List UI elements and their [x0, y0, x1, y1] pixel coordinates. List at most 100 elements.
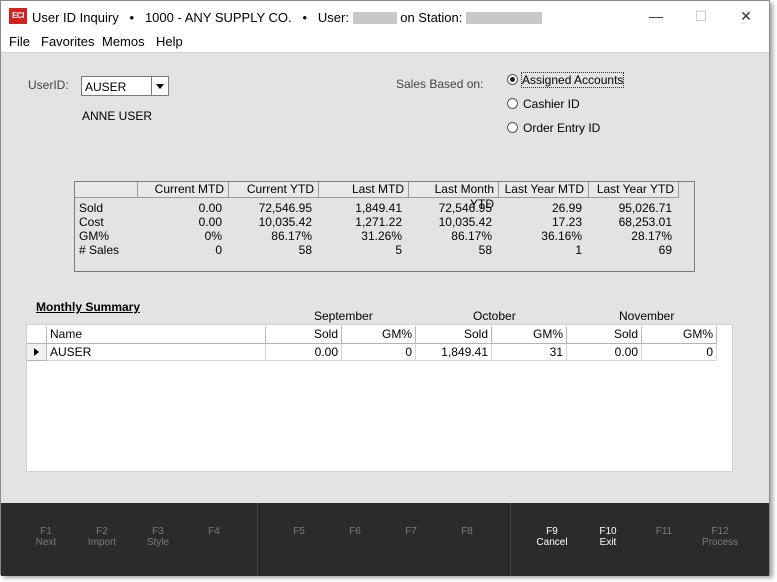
stats-cell: 58 — [478, 243, 492, 257]
stats-header-last-year-mtd: Last Year MTD — [499, 182, 589, 198]
stats-cell: 72,546.95 — [258, 201, 312, 215]
radio-label-assigned-accounts[interactable]: Assigned Accounts — [520, 72, 625, 88]
fkey-code: F4 — [208, 526, 220, 537]
grid-header-corner — [27, 326, 47, 344]
stats-cell: 10,035.42 — [438, 215, 492, 229]
grid-header-sold[interactable]: Sold — [567, 326, 642, 344]
menu-favorites[interactable]: Favorites — [41, 34, 94, 49]
title-user-label: User: — [317, 10, 349, 26]
stats-cell: 86.17% — [271, 229, 312, 243]
grid-header-name[interactable]: Name — [47, 326, 266, 344]
app-logo: ECI — [9, 8, 27, 24]
fkey-f3-style[interactable]: F3 Style — [130, 526, 186, 548]
stats-header-corner — [75, 182, 138, 198]
window-title: User ID Inquiry • 1000 - ANY SUPPLY CO. … — [32, 9, 542, 25]
stats-cell: 17.23 — [551, 215, 582, 229]
row-selector[interactable] — [27, 344, 47, 361]
grid-cell-gm-pct[interactable]: 31 — [492, 344, 567, 361]
fkey-f5[interactable]: F5 — [271, 526, 327, 537]
fkey-label: Import — [87, 537, 117, 548]
fkey-f2-import[interactable]: F2 Import — [74, 526, 130, 548]
stats-cell: 0.00 — [198, 201, 222, 215]
grid-cell-sold[interactable]: 1,849.41 — [416, 344, 492, 361]
grid-cell-name[interactable]: AUSER — [47, 344, 266, 361]
sales-stats-table: Current MTD Current YTD Last MTD Last Mo… — [74, 181, 695, 272]
fkey-code: F11 — [655, 526, 673, 537]
grid-header-gm-pct[interactable]: GM% — [492, 326, 567, 344]
fkey-code: F10 — [599, 526, 617, 537]
fkey-f1-next[interactable]: F1 Next — [18, 526, 74, 548]
menu-memos[interactable]: Memos — [102, 34, 145, 49]
stats-header-last-mtd: Last MTD — [319, 182, 409, 198]
menu-help[interactable]: Help — [156, 34, 183, 49]
fkey-code: F3 — [152, 526, 164, 537]
grid-cell-sold[interactable]: 0.00 — [567, 344, 642, 361]
userid-combobox[interactable]: AUSER — [81, 76, 169, 96]
fkey-code: F5 — [293, 526, 305, 537]
grid-header-sold[interactable]: Sold — [266, 326, 342, 344]
title-company: 1000 - ANY SUPPLY CO. — [144, 10, 292, 26]
redacted-user — [352, 11, 397, 24]
radio-assigned-accounts[interactable] — [507, 74, 518, 85]
stats-cell: 1 — [575, 243, 582, 257]
stats-cell: 0% — [204, 229, 222, 243]
close-button[interactable]: ✕ — [732, 5, 760, 27]
sales-based-label: Sales Based on: — [396, 77, 484, 91]
fkey-code: F8 — [461, 526, 473, 537]
grid-header-sold[interactable]: Sold — [416, 326, 492, 344]
fkey-f9-cancel[interactable]: F9 Cancel — [524, 526, 580, 548]
menu-bar: File Favorites Memos Help — [1, 32, 769, 52]
stats-cell: 28.17% — [631, 229, 672, 243]
minimize-button[interactable]: — — [642, 5, 670, 27]
current-row-icon — [34, 348, 39, 356]
fkey-f12-process[interactable]: F12 Process — [692, 526, 748, 548]
fkey-label: Cancel — [536, 537, 568, 548]
fkey-f4[interactable]: F4 — [186, 526, 242, 537]
menu-file[interactable]: File — [9, 34, 30, 49]
stats-cell: 68,253.01 — [618, 215, 672, 229]
fkey-f6[interactable]: F6 — [327, 526, 383, 537]
userid-value: AUSER — [85, 80, 127, 94]
month-label-october: October — [473, 309, 516, 323]
maximize-icon: ☐ — [694, 8, 708, 24]
stats-cell: 69 — [658, 243, 672, 257]
userid-dropdown-button[interactable] — [151, 77, 168, 95]
fkey-f10-exit[interactable]: F10 Exit — [580, 526, 636, 548]
stats-cell: 10,035.42 — [258, 215, 312, 229]
title-station-label: on Station: — [400, 10, 463, 26]
stats-cell: 36.16% — [541, 229, 582, 243]
radio-label-order-entry-id[interactable]: Order Entry ID — [523, 121, 600, 135]
fkey-label: Next — [35, 537, 57, 548]
stats-cell: 1,271.22 — [355, 215, 402, 229]
stats-cell: 86.17% — [451, 229, 492, 243]
chevron-down-icon — [156, 84, 164, 89]
radio-cashier-id[interactable] — [507, 98, 518, 109]
radio-label-cashier-id[interactable]: Cashier ID — [523, 97, 580, 111]
fkey-divider — [257, 503, 258, 576]
fkey-f8[interactable]: F8 — [439, 526, 495, 537]
function-key-bar: F1 Next F2 Import F3 Style F4 F5 F6 F7 F8 F… — [1, 503, 769, 576]
close-icon: ✕ — [740, 8, 752, 24]
fkey-code: F7 — [405, 526, 417, 537]
title-app-name: User ID Inquiry — [32, 10, 119, 26]
app-window: ECI User ID Inquiry • 1000 - ANY SUPPLY … — [0, 0, 770, 576]
grid-cell-sold[interactable]: 0.00 — [266, 344, 342, 361]
grid-cell-gm-pct[interactable]: 0 — [342, 344, 416, 361]
fkey-f11[interactable]: F11 — [636, 526, 692, 537]
monthly-summary-grid: Name Sold GM% Sold GM% Sold GM% AUSER 0.… — [26, 324, 733, 472]
stats-row-label: Cost — [79, 215, 104, 229]
stats-header-last-year-ytd: Last Year YTD — [589, 182, 679, 198]
title-bar: ECI User ID Inquiry • 1000 - ANY SUPPLY … — [1, 1, 769, 32]
fkey-code: F6 — [349, 526, 361, 537]
radio-order-entry-id[interactable] — [507, 122, 518, 133]
stats-cell: 26.99 — [551, 201, 582, 215]
maximize-button[interactable]: ☐ — [687, 5, 715, 27]
grid-header-gm-pct[interactable]: GM% — [642, 326, 717, 344]
grid-cell-gm-pct[interactable]: 0 — [642, 344, 717, 361]
grid-header-gm-pct[interactable]: GM% — [342, 326, 416, 344]
fkey-f7[interactable]: F7 — [383, 526, 439, 537]
stats-cell: 31.26% — [361, 229, 402, 243]
stats-cell: 1,849.41 — [355, 201, 402, 215]
fkey-code: F2 — [96, 526, 108, 537]
stats-header-current-mtd: Current MTD — [138, 182, 229, 198]
